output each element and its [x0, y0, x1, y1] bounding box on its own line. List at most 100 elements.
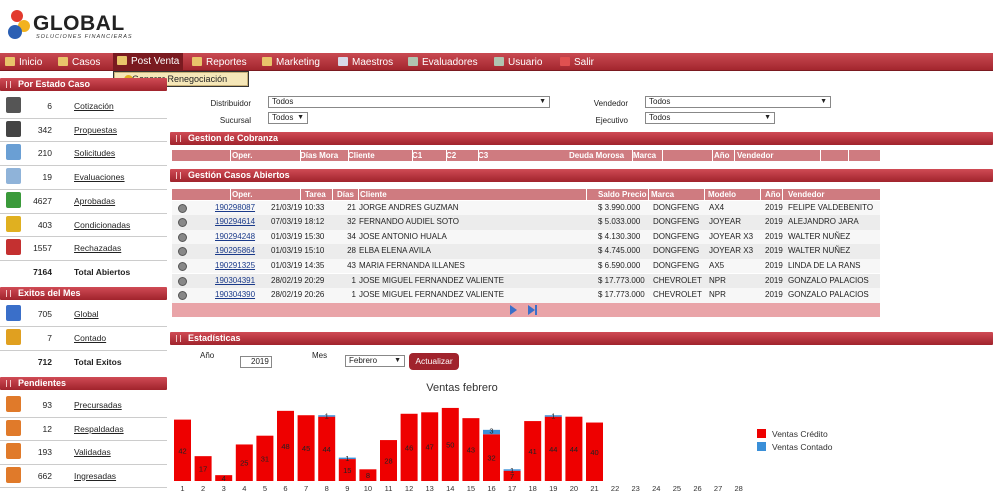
- detail-icon[interactable]: [178, 232, 187, 242]
- menu-item-reportes[interactable]: Reportes: [192, 55, 247, 70]
- sidebar-item-link[interactable]: Condicionadas: [74, 220, 130, 230]
- menu-item-salir[interactable]: Salir: [560, 55, 594, 70]
- column-header: C3: [478, 151, 489, 160]
- bar-label: 40: [590, 448, 598, 457]
- ejecutivo-select[interactable]: Todos: [645, 112, 775, 124]
- menu-item-post-venta[interactable]: Post Venta: [113, 53, 184, 71]
- detail-icon[interactable]: [178, 203, 187, 213]
- cell-vendedor: WALTER NUÑEZ: [788, 246, 851, 256]
- cell-modelo: AX5: [709, 260, 725, 270]
- mes-select[interactable]: Febrero: [345, 355, 405, 367]
- cell-oper[interactable]: 190304391: [215, 274, 255, 289]
- sidebar-item-count: 403: [37, 219, 52, 230]
- sidebar-item-link[interactable]: Global: [74, 309, 99, 319]
- sidebar-total-count: 7164: [33, 266, 52, 277]
- exit-icon: [560, 57, 570, 66]
- column-header: C2: [446, 151, 457, 160]
- cell-oper[interactable]: 190295864: [215, 244, 255, 259]
- sidebar-item-contado[interactable]: 7 Contado: [0, 327, 167, 349]
- sidebar-item-link[interactable]: Precursadas: [74, 400, 122, 410]
- legend-label: Ventas Crédito: [772, 429, 828, 439]
- sidebar-item-link[interactable]: Solicitudes: [74, 148, 115, 158]
- sidebar-item-aprobadas[interactable]: 4627 Aprobadas: [0, 190, 167, 212]
- column-header: Oper.: [232, 151, 253, 160]
- next-page-icon[interactable]: [510, 305, 517, 315]
- anio-label: Año: [200, 351, 215, 360]
- menu-item-marketing[interactable]: Marketing: [262, 55, 320, 70]
- sidebar-item-link[interactable]: Contado: [74, 333, 106, 343]
- bar-label: 44: [323, 445, 331, 454]
- sidebar-item-link[interactable]: Propuestas: [74, 125, 117, 135]
- cell-oper[interactable]: 190291325: [215, 259, 255, 274]
- menu-item-maestros[interactable]: Maestros: [338, 55, 393, 70]
- cell-oper[interactable]: 190304390: [215, 288, 255, 303]
- column-header: Días Mora: [300, 151, 339, 160]
- sidebar-item-condicionadas[interactable]: 403 Condicionadas: [0, 214, 167, 236]
- menu-item-label: Inicio: [19, 57, 43, 68]
- bar-label: 48: [281, 442, 289, 451]
- menu-item-inicio[interactable]: Inicio: [5, 55, 42, 70]
- bar-label: 1: [345, 454, 349, 463]
- section-header-estadisticas: Estadísticas: [170, 332, 993, 345]
- distribuidor-select[interactable]: Todos: [268, 96, 550, 108]
- bar-label: 1: [510, 466, 514, 475]
- detail-icon[interactable]: [178, 291, 187, 301]
- legend-item: Ventas Crédito: [757, 429, 828, 439]
- sidebar-header-pendientes: Pendientes: [0, 377, 167, 390]
- column-divider: [712, 150, 713, 161]
- cell-dias: 28: [347, 246, 356, 256]
- divider: [0, 487, 167, 488]
- sidebar-item-count: 12: [42, 423, 52, 434]
- sidebar-item-ingresadas[interactable]: 662 Ingresadas: [0, 465, 167, 487]
- sidebar-item-global[interactable]: 705 Global: [0, 303, 167, 325]
- vendedor-select[interactable]: Todos: [645, 96, 831, 108]
- last-page-icon[interactable]: [528, 305, 535, 315]
- detail-icon[interactable]: [178, 276, 187, 286]
- table-row: 190291325 01/03/19 14:35 43 MARIA FERNANDA …: [172, 258, 880, 274]
- anio-input[interactable]: 2019: [240, 356, 272, 368]
- x-tick-label: 8: [325, 484, 329, 493]
- last-page-bar: [535, 305, 537, 315]
- sidebar-item-link[interactable]: Validadas: [74, 447, 111, 457]
- sidebar-item-respaldadas[interactable]: 12 Respaldadas: [0, 418, 167, 440]
- bar-label: 1: [325, 412, 329, 421]
- cell-saldo: $ 4.130.300: [598, 231, 641, 241]
- sidebar-item-propuestas[interactable]: 342 Propuestas: [0, 119, 167, 141]
- detail-icon[interactable]: [178, 261, 187, 271]
- x-tick-label: 9: [345, 484, 349, 493]
- table-row: 190294614 07/03/19 18:12 32 FERNANDO AUDIEL…: [172, 215, 880, 230]
- cell-oper[interactable]: 190298087: [215, 201, 255, 216]
- menu-item-label: Maestros: [352, 57, 394, 68]
- detail-icon[interactable]: [178, 247, 187, 257]
- bar-label: 4: [222, 474, 226, 483]
- menu-item-evaluadores[interactable]: Evaluadores: [408, 55, 478, 70]
- cell-oper[interactable]: 190294248: [215, 230, 255, 245]
- sidebar-item-link[interactable]: Aprobadas: [74, 196, 115, 206]
- x-tick-label: 28: [735, 484, 743, 493]
- table-row: 190304391 28/02/19 20:29 1 JOSE MIGUEL FERN…: [172, 273, 880, 289]
- filter-label-distribuidor: Distribuidor: [210, 99, 251, 108]
- x-tick-label: 19: [549, 484, 557, 493]
- sidebar-item-rechazadas[interactable]: 1557 Rechazadas: [0, 237, 167, 259]
- menu-item-usuario[interactable]: Usuario: [494, 55, 542, 70]
- sidebar-item-link[interactable]: Ingresadas: [74, 471, 116, 481]
- menu-item-casos[interactable]: Casos: [58, 55, 100, 70]
- sidebar-item-validadas[interactable]: 193 Validadas: [0, 441, 167, 463]
- sidebar-item-evaluaciones[interactable]: 19 Evaluaciones: [0, 166, 167, 188]
- sidebar-item-link[interactable]: Cotización: [74, 101, 114, 111]
- actualizar-button[interactable]: Actualizar: [409, 353, 459, 370]
- sucursal-select[interactable]: Todos: [268, 112, 308, 124]
- sidebar-item-link[interactable]: Evaluaciones: [74, 172, 125, 182]
- cell-vendedor: GONZALO PALACIOS: [788, 275, 869, 285]
- detail-icon[interactable]: [178, 218, 187, 228]
- cell-cliente: JOSE ANTONIO HUALA: [359, 231, 447, 241]
- sidebar-item-precursadas[interactable]: 93 Precursadas: [0, 394, 167, 416]
- cell-anio: 2019: [765, 231, 783, 241]
- sidebar-item-link[interactable]: Rechazadas: [74, 243, 121, 253]
- cell-oper[interactable]: 190294614: [215, 215, 255, 230]
- sidebar-item-link[interactable]: Respaldadas: [74, 424, 124, 434]
- filter-label-ejecutivo: Ejecutivo: [595, 116, 628, 125]
- cell-dias: 34: [347, 231, 356, 241]
- sidebar-item-cotización[interactable]: 6 Cotización: [0, 95, 167, 117]
- sidebar-item-solicitudes[interactable]: 210 Solicitudes: [0, 142, 167, 164]
